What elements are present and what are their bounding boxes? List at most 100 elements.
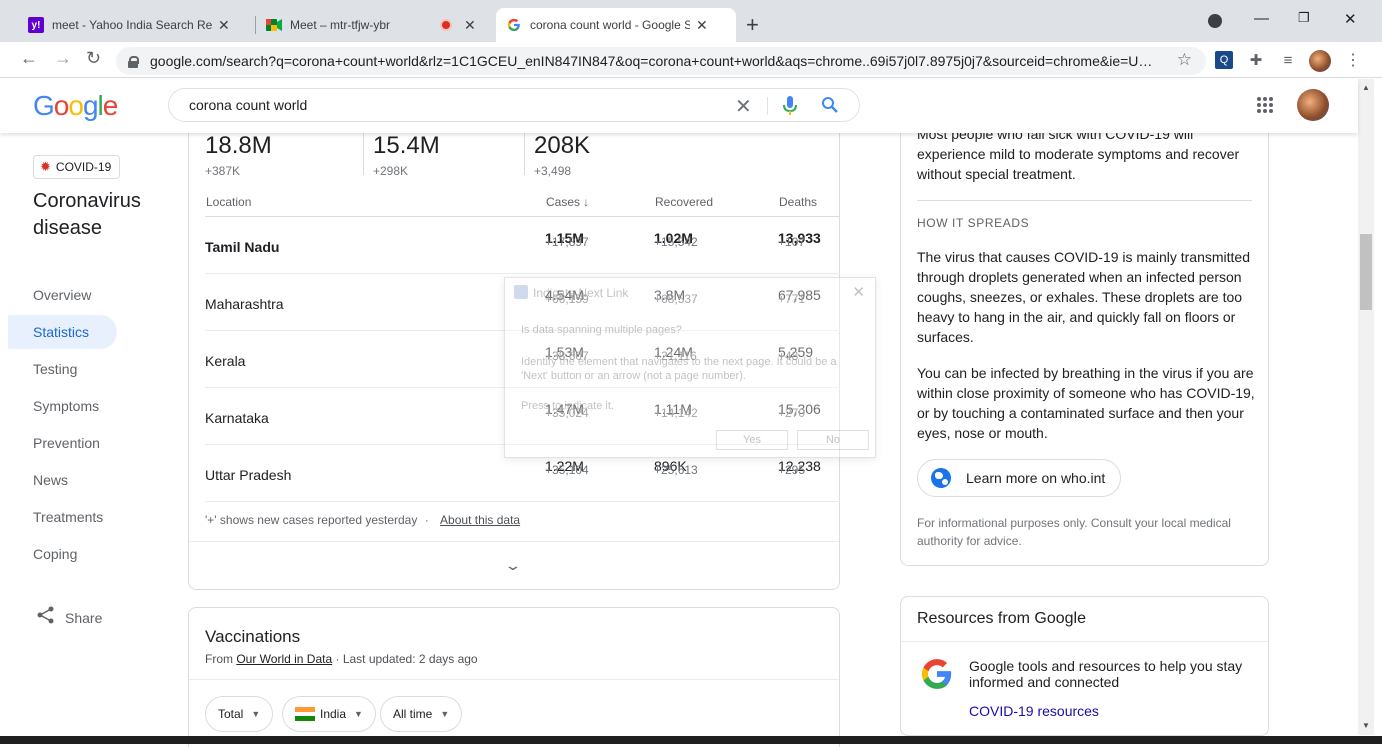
tab-title: corona count world - Google Search xyxy=(530,18,690,32)
vaccinations-card: Vaccinations From Our World in Data · La… xyxy=(188,607,840,747)
row-location: Uttar Pradesh xyxy=(205,467,292,483)
table-row[interactable]: Tamil Nadu 1.15M +17,897 1.02M +15,542 13,… xyxy=(205,217,840,274)
last-updated: · Last updated: 2 days ago xyxy=(335,652,478,666)
no-button[interactable]: No xyxy=(797,430,869,450)
tab-search-icon[interactable] xyxy=(1208,14,1222,28)
stat-delta: +3,498 xyxy=(534,164,572,178)
sidebar-item-prevention[interactable]: Prevention xyxy=(0,424,170,461)
deaths-delta: +295 xyxy=(778,463,806,477)
google-apps-icon[interactable] xyxy=(1257,97,1273,113)
covid-resources-link[interactable]: COVID-19 resources xyxy=(969,703,1099,719)
stat-value: 18.8M xyxy=(205,132,272,159)
microphone-icon[interactable] xyxy=(783,96,797,121)
sidebar-item-label: Coping xyxy=(33,545,78,562)
column-cases[interactable]: Cases ↓ xyxy=(546,195,589,209)
footer-divider xyxy=(189,541,839,542)
search-divider xyxy=(767,97,768,115)
stat-value: 15.4M xyxy=(373,132,440,159)
dropdown-value: India xyxy=(320,707,347,721)
close-tab-icon[interactable]: ✕ xyxy=(218,17,230,34)
caret-down-icon: ▼ xyxy=(440,709,450,719)
cases-delta: +35,104 xyxy=(545,463,589,477)
stat-delta: +298K xyxy=(373,164,409,178)
window-close-icon[interactable]: ✕ xyxy=(1344,10,1357,28)
extensions-puzzle-icon[interactable]: ✚ xyxy=(1247,51,1265,69)
sidebar-item-treatments[interactable]: Treatments xyxy=(0,498,170,535)
sidebar-item-news[interactable]: News xyxy=(0,461,170,498)
google-logo[interactable]: Google xyxy=(33,90,118,122)
our-world-in-data-link[interactable]: Our World in Data xyxy=(236,652,332,666)
tab-yahoo[interactable]: y! meet - Yahoo India Search Results ✕ xyxy=(18,8,254,42)
sidebar-item-statistics[interactable]: Statistics xyxy=(8,315,117,349)
row-location: Kerala xyxy=(205,353,246,369)
kebab-menu-icon[interactable]: ⋮ xyxy=(1344,51,1362,69)
page-scrollbar[interactable]: ▲ ▼ xyxy=(1358,79,1374,735)
country-dropdown[interactable]: India ▼ xyxy=(282,696,376,732)
close-tab-icon[interactable]: ✕ xyxy=(464,17,476,34)
search-icon[interactable] xyxy=(821,96,839,119)
row-location: Maharashtra xyxy=(205,296,284,312)
column-recovered[interactable]: Recovered xyxy=(655,195,713,209)
google-header: Google ✕ xyxy=(0,79,1358,133)
row-location: Tamil Nadu xyxy=(205,239,280,255)
back-icon[interactable]: ← xyxy=(20,48,38,69)
column-label: Cases xyxy=(546,195,581,209)
sidebar-item-overview[interactable]: Overview xyxy=(0,276,170,313)
learn-more-button[interactable]: Learn more on who.int xyxy=(917,459,1122,497)
disease-title: Coronavirus disease xyxy=(33,190,141,239)
reload-icon[interactable]: ↻ xyxy=(86,48,101,69)
stat-divider xyxy=(363,131,364,175)
browser-toolbar: ← → ↻ google.com/search?q=corona+count+w… xyxy=(0,42,1382,78)
dialog-prompt: Press to indicate it. xyxy=(521,400,614,412)
scroll-up-icon[interactable]: ▲ xyxy=(1362,83,1370,92)
resources-title: Resources from Google xyxy=(917,610,1086,627)
search-input[interactable] xyxy=(189,97,709,113)
total-dropdown[interactable]: Total ▼ xyxy=(205,696,274,732)
bookmark-star-icon[interactable]: ☆ xyxy=(1177,50,1192,70)
dialog-description: Identify the element that navigates to t… xyxy=(521,356,837,382)
search-box: ✕ xyxy=(168,88,860,122)
scroll-down-icon[interactable]: ▼ xyxy=(1362,721,1370,730)
share-icon xyxy=(37,606,55,629)
time-range-dropdown[interactable]: All time ▼ xyxy=(380,696,463,732)
deaths-delta: +107 xyxy=(778,235,806,249)
profile-avatar[interactable] xyxy=(1309,50,1331,72)
recovered-delta: +25,613 xyxy=(654,463,698,477)
extension-search-icon[interactable]: Q xyxy=(1215,51,1233,69)
recovered-stat: 15.4M +298K xyxy=(373,132,440,178)
new-tab-icon[interactable]: + xyxy=(746,12,759,38)
google-g-icon xyxy=(920,657,954,691)
url-text[interactable]: google.com/search?q=corona+count+world&r… xyxy=(150,53,1160,69)
info-divider xyxy=(917,200,1252,201)
tab-google-search[interactable]: corona count world - Google Search ✕ xyxy=(496,8,736,42)
minimize-icon[interactable]: — xyxy=(1254,10,1269,27)
forward-icon[interactable]: → xyxy=(54,48,72,69)
share-button[interactable]: Share xyxy=(37,606,102,629)
about-data-link[interactable]: About this data xyxy=(440,513,520,527)
clear-search-icon[interactable]: ✕ xyxy=(735,94,752,119)
stat-value: 208K xyxy=(534,132,591,159)
dialog-title: Indicate Next Link xyxy=(533,286,629,300)
column-location[interactable]: Location xyxy=(206,195,251,209)
expand-chevron-icon[interactable]: ⌄ xyxy=(504,557,522,574)
footnote-text: '+' shows new cases reported yesterday xyxy=(205,513,418,527)
sidebar-item-coping[interactable]: Coping xyxy=(0,535,170,572)
sidebar-item-testing[interactable]: Testing xyxy=(0,350,170,387)
account-avatar[interactable] xyxy=(1297,89,1329,121)
meet-icon xyxy=(266,17,282,33)
vaccinations-source: From Our World in Data · Last updated: 2… xyxy=(205,652,478,666)
address-bar[interactable]: google.com/search?q=corona+count+world&r… xyxy=(116,47,1206,75)
tab-meet[interactable]: Meet – mtr-tfjw-ybr ✕ xyxy=(256,8,496,42)
restore-icon[interactable]: ❐ xyxy=(1298,10,1310,26)
caret-down-icon: ▼ xyxy=(354,709,363,719)
media-control-icon[interactable]: ≡ xyxy=(1279,51,1297,69)
sidebar-nav: Overview Statistics Testing Symptoms Pre… xyxy=(0,276,170,572)
covid-chip[interactable]: ✹ COVID-19 xyxy=(33,155,121,179)
yes-button[interactable]: Yes xyxy=(716,430,788,450)
lock-icon[interactable] xyxy=(128,55,139,68)
dialog-close-icon[interactable]: ✕ xyxy=(852,283,865,301)
sidebar-item-symptoms[interactable]: Symptoms xyxy=(0,387,170,424)
close-tab-icon[interactable]: ✕ xyxy=(696,17,708,34)
scrollbar-thumb[interactable] xyxy=(1360,234,1372,310)
column-deaths[interactable]: Deaths xyxy=(779,195,817,209)
